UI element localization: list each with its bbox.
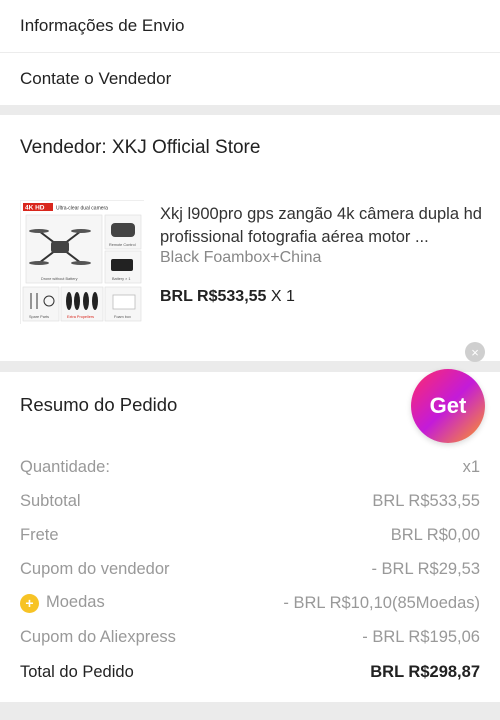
- image-label-battery: Battery × 1: [112, 277, 130, 281]
- coin-icon: +: [20, 593, 39, 613]
- summary-value: - BRL R$195,06: [362, 627, 480, 646]
- product-price-line: BRL R$533,55 X 1: [160, 288, 295, 306]
- summary-label: Frete: [20, 525, 59, 544]
- summary-label: Cupom do Aliexpress: [20, 627, 176, 646]
- contact-seller-link[interactable]: Contate o Vendedor: [0, 52, 500, 105]
- summary-value: BRL R$0,00: [390, 525, 480, 544]
- summary-title: Resumo do Pedido: [20, 394, 178, 415]
- image-caption: Ultra-clear dual camera: [56, 206, 108, 212]
- info-links-card: Informações de Envio Contate o Vendedor: [0, 0, 500, 105]
- get-coupon-button[interactable]: Get: [411, 369, 485, 443]
- summary-row-shipping: Frete BRL R$0,00: [20, 523, 480, 547]
- product-image[interactable]: 4K HD Ultra-clear dual camera Drone with…: [20, 200, 145, 325]
- summary-value: - BRL R$29,53: [371, 559, 480, 578]
- total-value: BRL R$298,87: [370, 662, 480, 681]
- shipping-info-link[interactable]: Informações de Envio: [0, 0, 500, 52]
- product-image-drawing: 4K HD Ultra-clear dual camera Drone with…: [21, 201, 145, 325]
- summary-value: BRL R$533,55: [372, 491, 480, 510]
- close-icon[interactable]: ×: [465, 342, 485, 362]
- summary-label: Cupom do vendedor: [20, 559, 170, 578]
- product-quantity: X 1: [270, 288, 295, 305]
- summary-row-aliexpress-coupon[interactable]: Cupom do Aliexpress - BRL R$195,06: [20, 625, 480, 649]
- badge-text: 4K HD: [25, 205, 45, 212]
- product-price: BRL R$533,55: [160, 288, 267, 305]
- image-label-propellers: Extra Propellers: [67, 315, 94, 319]
- image-label-remote: Remote Control: [109, 243, 136, 247]
- seller-title[interactable]: Vendedor: XKJ Official Store: [20, 137, 260, 159]
- summary-label: Quantidade:: [20, 457, 110, 476]
- coins-label-wrap: + Moedas: [20, 593, 105, 613]
- summary-label: Moedas: [46, 593, 105, 612]
- summary-row-total: Total do Pedido BRL R$298,87: [20, 660, 480, 684]
- summary-row-subtotal: Subtotal BRL R$533,55: [20, 489, 480, 513]
- summary-row-seller-coupon[interactable]: Cupom do vendedor - BRL R$29,53: [20, 557, 480, 581]
- summary-row-quantity: Quantidade: x1: [20, 455, 480, 479]
- summary-value: x1: [462, 457, 480, 476]
- total-label: Total do Pedido: [20, 662, 134, 681]
- image-label-drone: Drone without Battery: [41, 277, 78, 281]
- summary-label: Subtotal: [20, 491, 81, 510]
- product-name[interactable]: Xkj l900pro gps zangão 4k câmera dupla h…: [160, 203, 482, 249]
- image-label-spare: Spare Parts: [29, 315, 49, 319]
- product-variant: Black Foambox+China: [160, 249, 322, 266]
- summary-row-coins[interactable]: + Moedas - BRL R$10,10(85Moedas): [20, 591, 480, 615]
- image-label-foambox: Foam box: [114, 315, 131, 319]
- summary-value: - BRL R$10,10(85Moedas): [283, 593, 480, 612]
